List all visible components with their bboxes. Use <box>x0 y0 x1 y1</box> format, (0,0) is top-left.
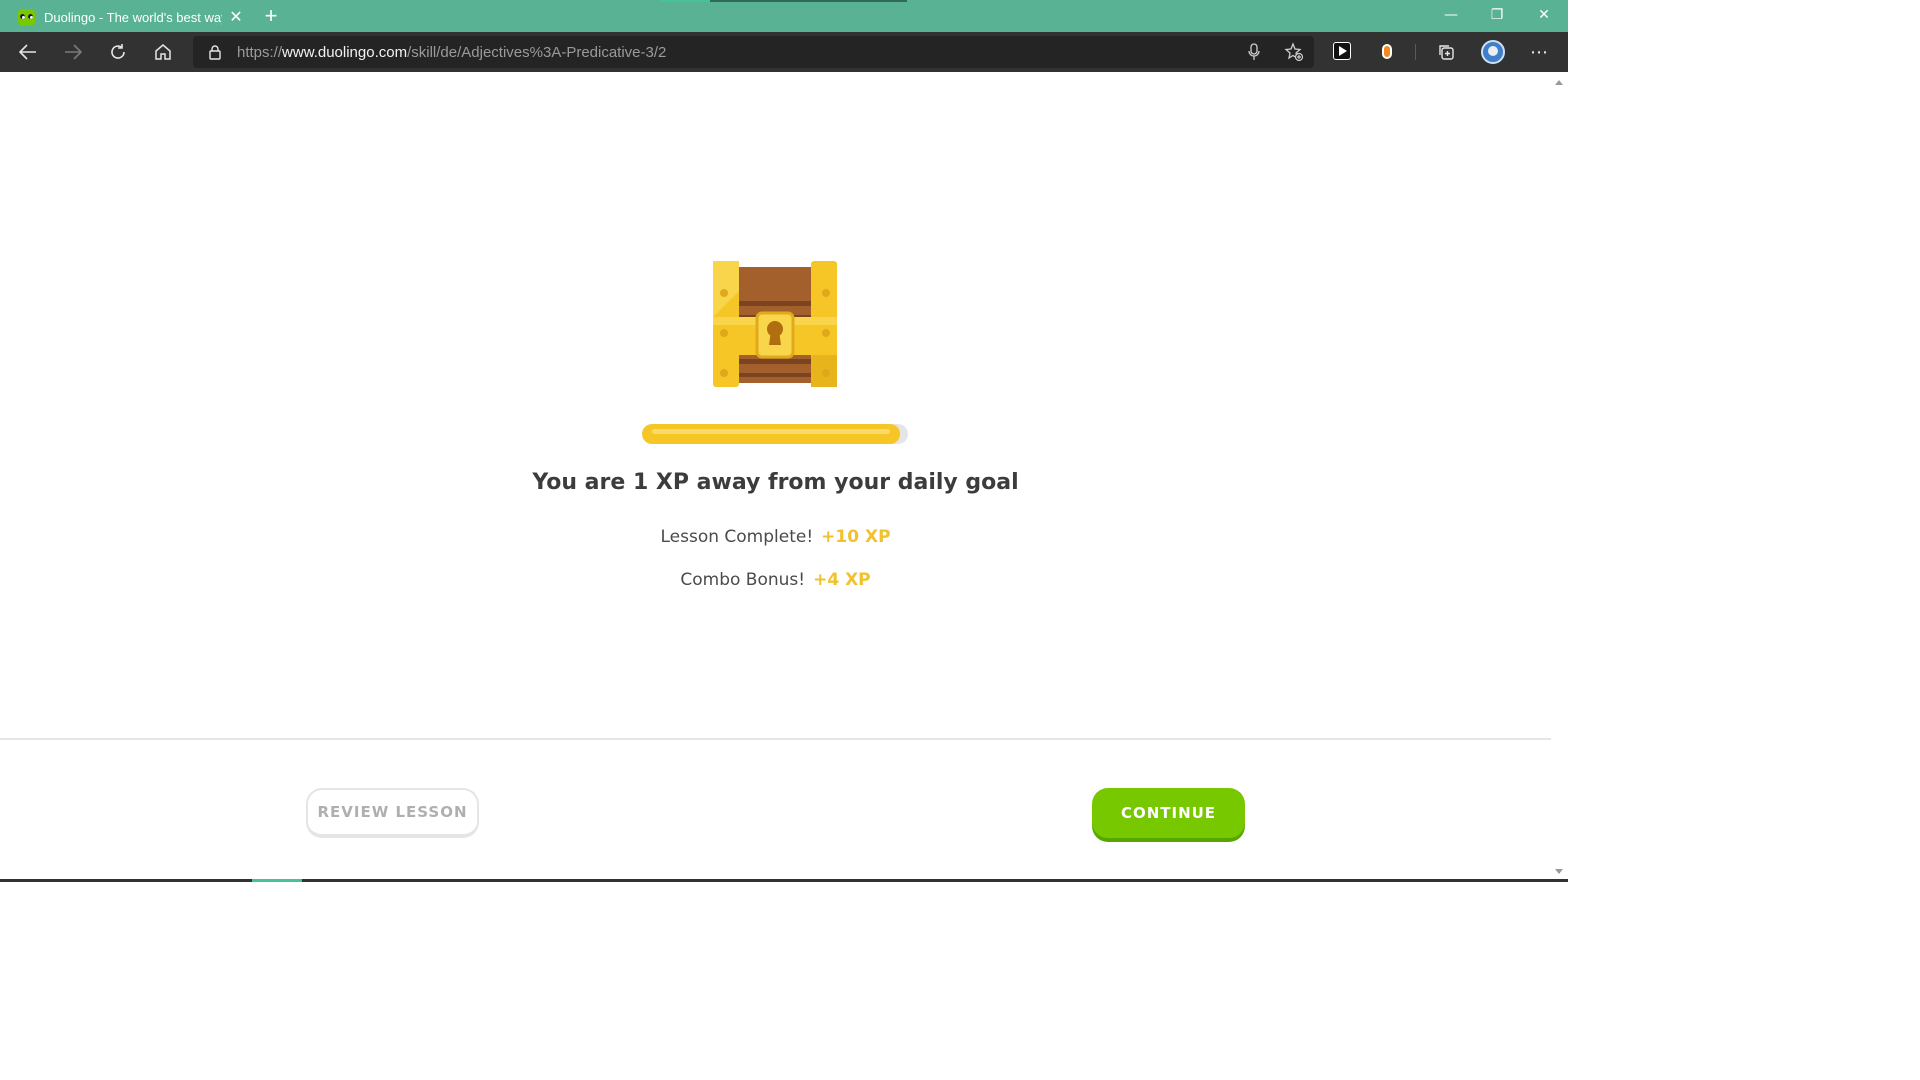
scroll-down-icon[interactable] <box>1555 869 1563 874</box>
lesson-footer: REVIEW LESSON CONTINUE <box>0 738 1551 882</box>
reward-amount: +10 XP <box>821 527 891 547</box>
collections-icon[interactable] <box>1431 38 1461 66</box>
profile-avatar[interactable] <box>1481 40 1505 64</box>
more-menu-button[interactable]: ⋯ <box>1524 38 1554 66</box>
tab-close-icon[interactable]: ✕ <box>228 9 244 25</box>
taskbar-edge <box>0 879 1568 882</box>
address-bar[interactable]: https://www.duolingo.com/skill/de/Adject… <box>193 36 1314 68</box>
home-icon[interactable] <box>148 38 178 66</box>
lesson-complete-page: You are 1 XP away from your daily goal L… <box>0 72 1551 882</box>
lock-icon[interactable] <box>205 44 225 60</box>
browser-tab-duolingo[interactable]: Duolingo - The world's best way to learn… <box>8 2 252 32</box>
new-tab-button[interactable]: + <box>260 5 282 27</box>
url-text[interactable]: https://www.duolingo.com/skill/de/Adject… <box>237 44 666 61</box>
video-extension-icon[interactable] <box>1333 42 1351 60</box>
continue-button[interactable]: CONTINUE <box>1092 788 1245 838</box>
honey-extension-icon[interactable] <box>1382 44 1392 59</box>
toolbar-divider <box>1415 44 1416 60</box>
scroll-up-icon[interactable] <box>1555 80 1563 85</box>
duolingo-favicon-icon <box>18 8 35 26</box>
review-lesson-button[interactable]: REVIEW LESSON <box>306 788 479 838</box>
add-favorite-icon[interactable] <box>1282 40 1306 64</box>
page-scrollbar[interactable] <box>1551 72 1568 882</box>
restore-button[interactable]: ❐ <box>1474 0 1520 32</box>
loading-strip <box>660 0 907 2</box>
reward-amount: +4 XP <box>813 570 871 590</box>
forward-arrow-icon[interactable] <box>58 38 88 66</box>
close-window-button[interactable]: ✕ <box>1521 0 1567 32</box>
microphone-icon[interactable] <box>1242 40 1266 64</box>
reward-row-combo-bonus: Combo Bonus! +4 XP <box>0 570 1551 590</box>
reward-label: Combo Bonus! <box>680 570 806 590</box>
browser-toolbar: https://www.duolingo.com/skill/de/Adject… <box>0 32 1568 72</box>
treasure-chest-icon <box>713 261 837 387</box>
reward-row-lesson-complete: Lesson Complete! +10 XP <box>0 527 1551 547</box>
daily-goal-progress-bar <box>642 424 908 444</box>
tab-title: Duolingo - The world's best way to learn… <box>44 9 222 25</box>
daily-goal-headline: You are 1 XP away from your daily goal <box>532 470 1019 495</box>
minimize-button[interactable]: — <box>1428 0 1474 32</box>
reload-icon[interactable] <box>103 38 133 66</box>
browser-titlebar: Duolingo - The world's best way to learn… <box>0 0 1568 32</box>
back-arrow-icon[interactable] <box>13 38 43 66</box>
daily-goal-progress-fill <box>642 424 901 444</box>
reward-label: Lesson Complete! <box>660 527 814 547</box>
